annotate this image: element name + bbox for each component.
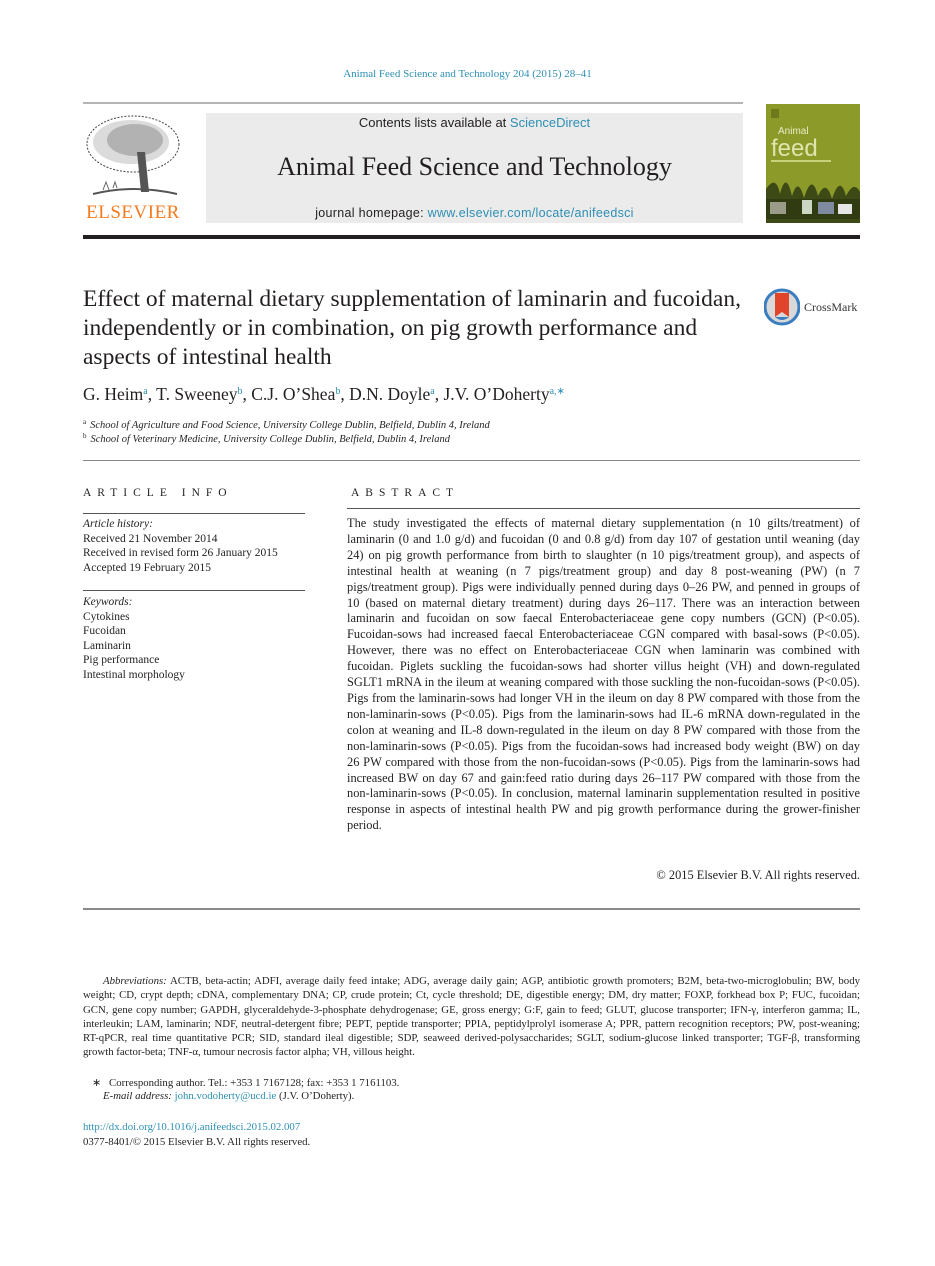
cover-artwork-icon: Animal feed [766,104,860,223]
sciencedirect-link[interactable]: ScienceDirect [510,115,590,130]
footer-divider [83,908,860,910]
svg-text:feed: feed [771,135,818,162]
homepage-prefix: journal homepage: [315,206,428,220]
header-thick-divider [83,235,860,239]
email-suffix: (J.V. O’Doherty). [276,1090,355,1102]
article-history: Article history: Received 21 November 20… [83,517,313,575]
elsevier-logo[interactable]: ELSEVIER [83,112,183,224]
abstract-heading: ABSTRACT [351,487,460,499]
keyword: Fucoidan [83,625,126,637]
author[interactable]: D.N. Doylea [349,384,435,404]
contents-availability: Contents lists available at ScienceDirec… [206,115,743,130]
email-note: E-mail address: john.vodoherty@ucd.ie (J… [103,1090,354,1102]
article-title: Effect of maternal dietary supplementati… [83,286,741,370]
author[interactable]: J.V. O’Dohertya,∗ [443,384,564,404]
keywords-divider [83,590,305,591]
email-label: E-mail address: [103,1090,175,1102]
journal-title: Animal Feed Science and Technology [277,152,672,181]
article-info-heading: ARTICLE INFO [83,487,233,499]
abbreviations: Abbreviations: ACTB, beta-actin; ADFI, a… [83,974,860,1060]
crossmark-button[interactable]: CrossMark [764,287,864,327]
abstract-copyright: © 2015 Elsevier B.V. All rights reserved… [656,868,860,882]
corresponding-text: Corresponding author. Tel.: +353 1 71671… [109,1077,400,1089]
crossmark-label: CrossMark [804,300,858,314]
contents-prefix: Contents lists available at [358,115,510,130]
journal-reference[interactable]: Animal Feed Science and Technology 204 (… [0,68,935,80]
author-list: G. Heima, T. Sweeneyb, C.J. O’Sheab, D.N… [83,384,565,404]
elsevier-tree-icon [86,115,180,195]
author[interactable]: T. Sweeneyb [156,384,242,404]
abstract-divider [347,508,860,509]
doi-link[interactable]: http://dx.doi.org/10.1016/j.anifeedsci.2… [83,1121,300,1133]
homepage-link[interactable]: www.elsevier.com/locate/anifeedsci [428,206,634,220]
journal-homepage: journal homepage: www.elsevier.com/locat… [206,206,743,220]
keyword: Laminarin [83,639,131,652]
affiliation: a School of Agriculture and Food Science,… [83,418,490,431]
corresponding-mark: ∗ [92,1077,102,1089]
section-divider [83,460,860,461]
keywords: Keywords: Cytokines Fucoidan Laminarin P… [83,595,313,682]
corresponding-author-note: ∗ Corresponding author. Tel.: +353 1 7167… [92,1076,399,1089]
keyword: Pig performance [83,654,160,666]
history-label: Article history: [83,518,153,530]
history-item: Received in revised form 26 January 2015 [83,547,278,559]
author[interactable]: C.J. O’Sheab [251,384,340,404]
history-item: Received 21 November 2014 [83,532,218,545]
abbreviations-text: ACTB, beta-actin; ADFI, average daily fe… [83,975,860,1059]
history-item: Accepted 19 February 2015 [83,561,212,574]
article-info-divider [83,513,305,514]
abstract-text: The study investigated the effects of ma… [347,516,860,833]
journal-cover-image[interactable]: Animal feed [766,104,860,223]
crossmark-icon [764,288,800,326]
affiliation: b School of Veterinary Medicine, Universi… [83,432,450,445]
elsevier-wordmark: ELSEVIER [86,202,180,223]
author[interactable]: G. Heima [83,384,148,404]
keywords-label: Keywords: [83,596,133,608]
abbreviations-label: Abbreviations: [103,975,167,987]
issn-copyright: 0377-8401/© 2015 Elsevier B.V. All right… [83,1136,311,1148]
keyword: Cytokines [83,610,130,623]
top-divider [83,102,743,104]
email-link[interactable]: john.vodoherty@ucd.ie [175,1090,277,1102]
keyword: Intestinal morphology [83,668,185,681]
